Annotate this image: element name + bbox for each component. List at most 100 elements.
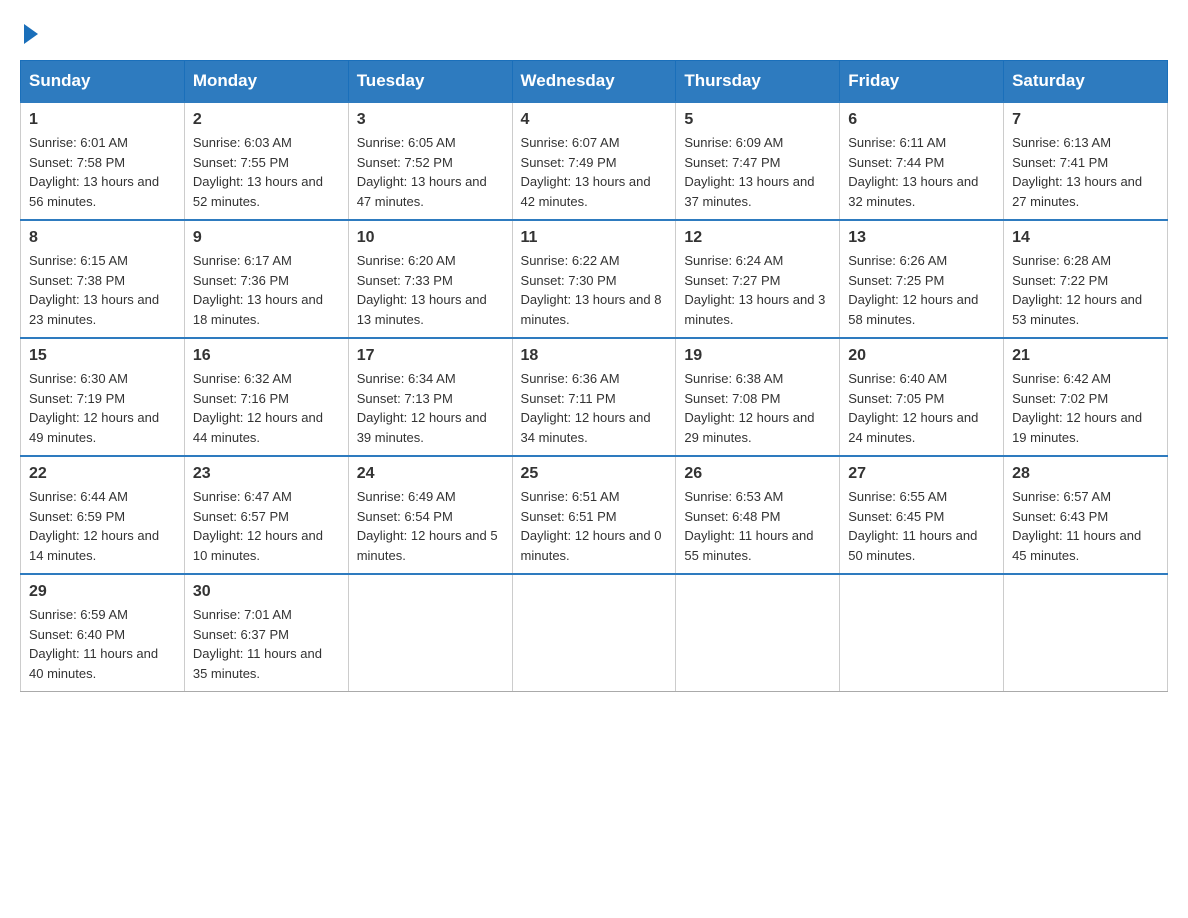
day-info: Sunrise: 6:47 AMSunset: 6:57 PMDaylight:…: [193, 487, 340, 565]
day-number: 2: [193, 111, 340, 129]
day-number: 5: [684, 111, 831, 129]
day-info: Sunrise: 6:01 AMSunset: 7:58 PMDaylight:…: [29, 133, 176, 211]
day-info: Sunrise: 6:34 AMSunset: 7:13 PMDaylight:…: [357, 369, 504, 447]
calendar-cell: 7Sunrise: 6:13 AMSunset: 7:41 PMDaylight…: [1004, 102, 1168, 220]
calendar-table: SundayMondayTuesdayWednesdayThursdayFrid…: [20, 60, 1168, 692]
page-header: [20, 20, 1168, 40]
day-info: Sunrise: 6:32 AMSunset: 7:16 PMDaylight:…: [193, 369, 340, 447]
calendar-cell: 19 Sunrise: 6:38 AMSunset: 7:08 PMDayligh…: [676, 338, 840, 456]
calendar-cell: [840, 574, 1004, 692]
day-number: 29: [29, 583, 176, 601]
calendar-cell: 9Sunrise: 6:17 AMSunset: 7:36 PMDaylight…: [184, 220, 348, 338]
calendar-cell: 14 Sunrise: 6:28 AMSunset: 7:22 PMDayligh…: [1004, 220, 1168, 338]
day-info: Sunrise: 6:11 AMSunset: 7:44 PMDaylight:…: [848, 133, 995, 211]
calendar-week-row: 15Sunrise: 6:30 AMSunset: 7:19 PMDayligh…: [21, 338, 1168, 456]
calendar-cell: 27 Sunrise: 6:55 AMSunset: 6:45 PMDayligh…: [840, 456, 1004, 574]
calendar-cell: 23Sunrise: 6:47 AMSunset: 6:57 PMDayligh…: [184, 456, 348, 574]
calendar-header-saturday: Saturday: [1004, 61, 1168, 103]
day-number: 18: [521, 347, 668, 365]
day-info: Sunrise: 6:07 AMSunset: 7:49 PMDaylight:…: [521, 133, 668, 211]
calendar-cell: 17Sunrise: 6:34 AMSunset: 7:13 PMDayligh…: [348, 338, 512, 456]
logo-arrow-icon: [24, 24, 38, 44]
calendar-cell: 8 Sunrise: 6:15 AMSunset: 7:38 PMDaylight…: [21, 220, 185, 338]
day-info: Sunrise: 6:05 AMSunset: 7:52 PMDaylight:…: [357, 133, 504, 211]
day-info: Sunrise: 6:30 AMSunset: 7:19 PMDaylight:…: [29, 369, 176, 447]
calendar-cell: 5 Sunrise: 6:09 AMSunset: 7:47 PMDaylight…: [676, 102, 840, 220]
calendar-cell: 26Sunrise: 6:53 AMSunset: 6:48 PMDayligh…: [676, 456, 840, 574]
calendar-header-tuesday: Tuesday: [348, 61, 512, 103]
day-number: 22: [29, 465, 176, 483]
day-info: Sunrise: 6:22 AMSunset: 7:30 PMDaylight:…: [521, 251, 668, 329]
day-number: 3: [357, 111, 504, 129]
day-info: Sunrise: 6:51 AMSunset: 6:51 PMDaylight:…: [521, 487, 668, 565]
logo: [20, 20, 38, 40]
day-number: 9: [193, 229, 340, 247]
calendar-cell: 15Sunrise: 6:30 AMSunset: 7:19 PMDayligh…: [21, 338, 185, 456]
day-number: 13: [848, 229, 995, 247]
day-info: Sunrise: 6:44 AMSunset: 6:59 PMDaylight:…: [29, 487, 176, 565]
calendar-header-wednesday: Wednesday: [512, 61, 676, 103]
day-info: Sunrise: 6:15 AMSunset: 7:38 PMDaylight:…: [29, 251, 176, 329]
calendar-cell: 13 Sunrise: 6:26 AMSunset: 7:25 PMDayligh…: [840, 220, 1004, 338]
calendar-cell: 30 Sunrise: 7:01 AMSunset: 6:37 PMDayligh…: [184, 574, 348, 692]
day-info: Sunrise: 6:53 AMSunset: 6:48 PMDaylight:…: [684, 487, 831, 565]
calendar-cell: 2 Sunrise: 6:03 AMSunset: 7:55 PMDaylight…: [184, 102, 348, 220]
calendar-cell: 12 Sunrise: 6:24 AMSunset: 7:27 PMDayligh…: [676, 220, 840, 338]
calendar-cell: 4 Sunrise: 6:07 AMSunset: 7:49 PMDaylight…: [512, 102, 676, 220]
day-info: Sunrise: 6:59 AMSunset: 6:40 PMDaylight:…: [29, 605, 176, 683]
day-number: 6: [848, 111, 995, 129]
day-number: 7: [1012, 111, 1159, 129]
day-info: Sunrise: 6:20 AMSunset: 7:33 PMDaylight:…: [357, 251, 504, 329]
day-info: Sunrise: 6:42 AMSunset: 7:02 PMDaylight:…: [1012, 369, 1159, 447]
calendar-cell: 29 Sunrise: 6:59 AMSunset: 6:40 PMDayligh…: [21, 574, 185, 692]
day-info: Sunrise: 6:49 AMSunset: 6:54 PMDaylight:…: [357, 487, 504, 565]
calendar-cell: 20Sunrise: 6:40 AMSunset: 7:05 PMDayligh…: [840, 338, 1004, 456]
day-number: 27: [848, 465, 995, 483]
day-number: 11: [521, 229, 668, 247]
day-number: 1: [29, 111, 176, 129]
calendar-header-monday: Monday: [184, 61, 348, 103]
calendar-cell: [1004, 574, 1168, 692]
calendar-header-thursday: Thursday: [676, 61, 840, 103]
day-number: 24: [357, 465, 504, 483]
calendar-cell: 16 Sunrise: 6:32 AMSunset: 7:16 PMDayligh…: [184, 338, 348, 456]
calendar-header-friday: Friday: [840, 61, 1004, 103]
day-number: 16: [193, 347, 340, 365]
calendar-cell: [512, 574, 676, 692]
day-info: Sunrise: 6:24 AMSunset: 7:27 PMDaylight:…: [684, 251, 831, 329]
calendar-cell: 25 Sunrise: 6:51 AMSunset: 6:51 PMDayligh…: [512, 456, 676, 574]
day-number: 8: [29, 229, 176, 247]
calendar-cell: 22 Sunrise: 6:44 AMSunset: 6:59 PMDayligh…: [21, 456, 185, 574]
day-number: 21: [1012, 347, 1159, 365]
day-number: 25: [521, 465, 668, 483]
day-info: Sunrise: 6:09 AMSunset: 7:47 PMDaylight:…: [684, 133, 831, 211]
calendar-cell: 6 Sunrise: 6:11 AMSunset: 7:44 PMDaylight…: [840, 102, 1004, 220]
calendar-cell: 18Sunrise: 6:36 AMSunset: 7:11 PMDayligh…: [512, 338, 676, 456]
calendar-cell: 10Sunrise: 6:20 AMSunset: 7:33 PMDayligh…: [348, 220, 512, 338]
day-number: 12: [684, 229, 831, 247]
calendar-cell: [676, 574, 840, 692]
day-info: Sunrise: 6:03 AMSunset: 7:55 PMDaylight:…: [193, 133, 340, 211]
day-number: 20: [848, 347, 995, 365]
day-info: Sunrise: 6:26 AMSunset: 7:25 PMDaylight:…: [848, 251, 995, 329]
day-info: Sunrise: 6:55 AMSunset: 6:45 PMDaylight:…: [848, 487, 995, 565]
calendar-cell: [348, 574, 512, 692]
calendar-week-row: 8 Sunrise: 6:15 AMSunset: 7:38 PMDaylight…: [21, 220, 1168, 338]
day-number: 14: [1012, 229, 1159, 247]
day-info: Sunrise: 7:01 AMSunset: 6:37 PMDaylight:…: [193, 605, 340, 683]
calendar-week-row: 1 Sunrise: 6:01 AMSunset: 7:58 PMDaylight…: [21, 102, 1168, 220]
day-number: 30: [193, 583, 340, 601]
day-number: 19: [684, 347, 831, 365]
calendar-cell: 24 Sunrise: 6:49 AMSunset: 6:54 PMDayligh…: [348, 456, 512, 574]
calendar-week-row: 29 Sunrise: 6:59 AMSunset: 6:40 PMDayligh…: [21, 574, 1168, 692]
day-info: Sunrise: 6:28 AMSunset: 7:22 PMDaylight:…: [1012, 251, 1159, 329]
day-number: 28: [1012, 465, 1159, 483]
calendar-cell: 3 Sunrise: 6:05 AMSunset: 7:52 PMDaylight…: [348, 102, 512, 220]
calendar-header-sunday: Sunday: [21, 61, 185, 103]
calendar-cell: 21 Sunrise: 6:42 AMSunset: 7:02 PMDayligh…: [1004, 338, 1168, 456]
day-info: Sunrise: 6:57 AMSunset: 6:43 PMDaylight:…: [1012, 487, 1159, 565]
day-info: Sunrise: 6:38 AMSunset: 7:08 PMDaylight:…: [684, 369, 831, 447]
calendar-cell: 28 Sunrise: 6:57 AMSunset: 6:43 PMDayligh…: [1004, 456, 1168, 574]
day-number: 4: [521, 111, 668, 129]
calendar-header-row: SundayMondayTuesdayWednesdayThursdayFrid…: [21, 61, 1168, 103]
